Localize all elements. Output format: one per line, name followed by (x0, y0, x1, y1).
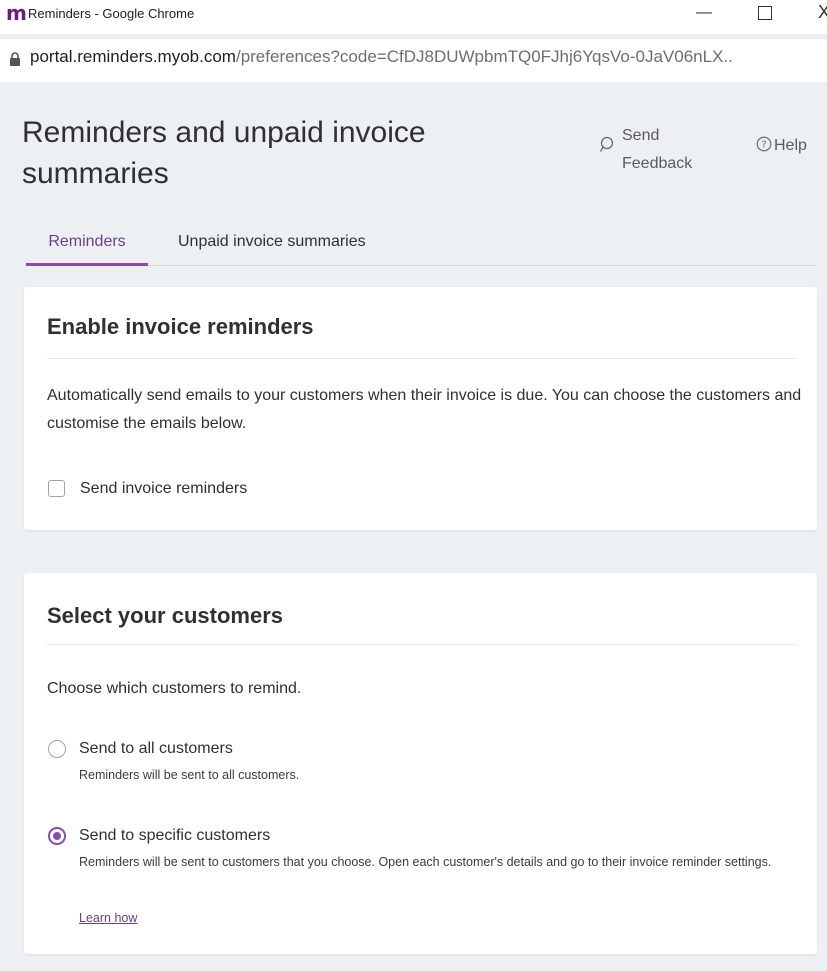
tab-unpaid-invoice-summaries[interactable]: Unpaid invoice summaries (178, 230, 366, 266)
tab-reminders[interactable]: Reminders (26, 230, 148, 266)
learn-how-link[interactable]: Learn how (79, 911, 137, 925)
close-button[interactable]: X (818, 2, 827, 23)
browser-title-bar: m Reminders - Google Chrome — X (0, 0, 827, 34)
svg-text:?: ? (761, 140, 766, 151)
enable-reminders-card: Enable invoice reminders Automatically s… (24, 287, 817, 530)
send-to-all-customers-radio[interactable] (48, 740, 66, 758)
url-host: portal.reminders.myob.com (30, 47, 236, 66)
url-text[interactable]: portal.reminders.myob.com/preferences?co… (30, 47, 733, 67)
url-path: /preferences?code=CfDJ8DUWpbmTQ0FJhj6Yqs… (235, 47, 733, 66)
card-divider (47, 644, 795, 645)
select-customers-description: Choose which customers to remind. (47, 680, 302, 697)
send-to-all-customers-label: Send to all customers (79, 740, 233, 757)
window-title: Reminders - Google Chrome (28, 6, 195, 21)
select-customers-card: Select your customers Choose which custo… (24, 573, 817, 954)
page-title: Reminders and unpaid invoice summaries (22, 116, 426, 190)
send-to-specific-customers-label: Send to specific customers (79, 827, 271, 844)
send-feedback-label: Send Feedback (622, 127, 693, 172)
send-to-specific-customers-radio[interactable] (48, 827, 66, 845)
card-divider (47, 358, 795, 359)
help-button[interactable]: ? Help (756, 136, 807, 157)
tab-bar: Reminders Unpaid invoice summaries (26, 230, 816, 266)
help-label: Help (774, 137, 807, 154)
minimize-button[interactable]: — (690, 3, 718, 27)
enable-reminders-description: Automatically send emails to your custom… (47, 387, 802, 432)
speech-bubble-icon (598, 136, 614, 159)
select-customers-title: Select your customers (47, 603, 283, 628)
enable-reminders-title: Enable invoice reminders (47, 314, 314, 339)
send-to-specific-customers-description: Reminders will be sent to customers that… (79, 855, 772, 869)
question-circle-icon: ? (756, 136, 772, 157)
maximize-button[interactable] (758, 6, 772, 20)
myob-logo: m (6, 1, 27, 25)
send-invoice-reminders-label: Send invoice reminders (80, 480, 248, 497)
send-to-all-customers-description: Reminders will be sent to all customers. (79, 768, 300, 782)
send-invoice-reminders-checkbox[interactable] (48, 480, 65, 497)
lock-icon (9, 52, 21, 71)
